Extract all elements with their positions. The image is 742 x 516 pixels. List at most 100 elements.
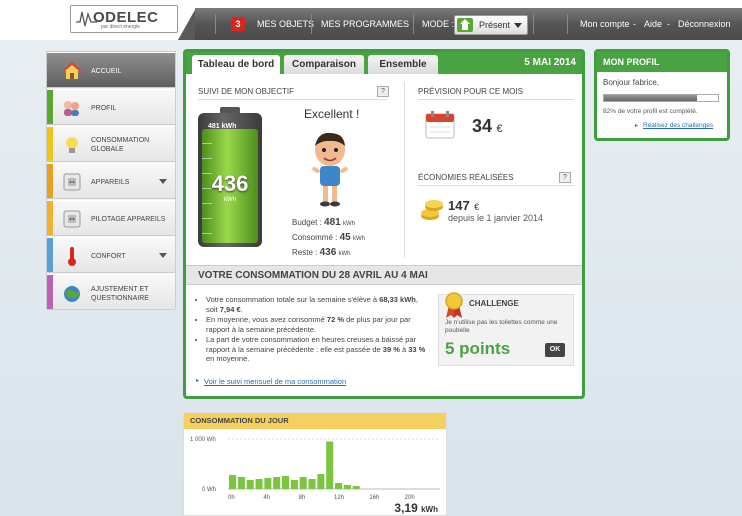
logo[interactable]: ODELEC par direct énergie: [70, 5, 178, 33]
ok-button[interactable]: OK: [545, 343, 565, 357]
forecast-amount: 34 €: [472, 116, 503, 137]
challenge-text: Je n'utilise pas les toilettes comme une…: [445, 319, 558, 334]
remaining-label: Reste :: [292, 248, 318, 257]
x-tick-label: 12h: [334, 495, 344, 501]
chart-bar: [255, 479, 263, 489]
sidebar-item-accueil[interactable]: ACCUEIL: [47, 52, 175, 88]
nav-separator: -: [633, 19, 636, 29]
list-item: En moyenne, vous avez consommé 72 % de p…: [206, 315, 430, 334]
bulb-icon: [66, 137, 78, 153]
savings-currency: €: [474, 202, 480, 212]
consumed-label: Consommé :: [292, 233, 338, 242]
remaining-value: 436: [319, 247, 337, 258]
logo-area: ODELEC par direct énergie: [0, 0, 195, 40]
daily-consumption-panel: CONSOMMATION DU JOUR 1 000 Wh 0 Wh 0h 4h 8…: [183, 412, 447, 516]
sidebar-item-label: PROFIL: [91, 105, 117, 112]
house-icon: [62, 62, 82, 79]
profile-panel: MON PROFIL Bonjour fabrice, 82% de votre…: [594, 49, 730, 141]
nav-mes-objets[interactable]: MES OBJETS: [257, 8, 314, 40]
nav-divider: [567, 14, 568, 34]
chart-bar: [317, 474, 325, 489]
socket-icon: [63, 173, 81, 191]
people-icon: [64, 101, 79, 116]
help-button[interactable]: ?: [377, 86, 389, 97]
battery-tick: [202, 143, 212, 144]
tab-comparaison[interactable]: Comparaison: [284, 55, 364, 74]
profile-title: MON PROFIL: [597, 52, 727, 72]
budget-unit: kWh: [342, 221, 355, 227]
sidebar-item-stripe: [47, 275, 53, 309]
battery-tick: [202, 203, 212, 204]
y-axis-bottom-label: 0 Wh: [202, 487, 216, 493]
sidebar-item-appareils[interactable]: APPAREILS: [47, 163, 175, 199]
chevron-down-icon: [514, 23, 522, 28]
x-axis-labels: 0h 4h 8h 12h 16h 20h: [228, 495, 415, 501]
forecast-title: PRÉVISION POUR CE MOIS: [418, 87, 523, 96]
profile-completion-text: 82% de votre profil est complété.: [603, 108, 698, 115]
daily-consumption-title: CONSOMMATION DU JOUR: [184, 413, 446, 429]
mascot-icon: [312, 132, 348, 207]
tab-tableau-de-bord[interactable]: Tableau de bord: [192, 55, 280, 74]
budget-label: Budget :: [292, 218, 322, 227]
nav-logout[interactable]: Déconnexion: [678, 8, 731, 40]
consumed-value: 45: [339, 232, 351, 243]
daily-total: 3,19 kWh: [394, 501, 438, 515]
monthly-tracking-link[interactable]: Voir le suivi mensuel de ma consommation: [204, 377, 346, 386]
forecast-heading: PRÉVISION POUR CE MOIS: [418, 84, 574, 100]
nav-help[interactable]: Aide: [644, 8, 662, 40]
chart-bar: [273, 477, 281, 489]
mode-label: MODE :: [422, 19, 455, 29]
challenges-link[interactable]: Réalisez des challenges: [643, 122, 713, 129]
savings-title: ÉCONOMIES RÉALISÉES: [418, 173, 514, 182]
calendar-icon: [425, 111, 455, 139]
sidebar-item-pilotage[interactable]: PILOTAGE APPAREILS: [47, 200, 175, 236]
sidebar-item-consommation[interactable]: CONSOMMATION GLOBALE: [47, 126, 175, 162]
dashboard-header: Tableau de bord Comparaison Ensemble 5 M…: [186, 52, 582, 74]
chart-bar: [264, 478, 272, 489]
remaining-unit: kWh: [338, 251, 351, 257]
x-tick-label: 16h: [369, 495, 379, 501]
weekly-summary-list: Votre consommation totale sur la semaine…: [198, 295, 430, 365]
battery-body: 481 kWh 436 kWh: [198, 113, 262, 247]
help-button[interactable]: ?: [559, 172, 571, 183]
offpeak-to: 33 %: [408, 344, 426, 354]
sidebar: ACCUEIL PROFIL CONSOMMATION GLOBALE APPA…: [46, 51, 176, 310]
profile-progress-fill: [604, 95, 698, 101]
house-icon: [457, 18, 473, 32]
x-tick-label: 0h: [228, 495, 235, 501]
chart-bar: [299, 477, 307, 489]
budget-line: Budget : 481 kWh: [292, 216, 365, 231]
weekly-total-text: .: [240, 304, 243, 314]
globe-icon: [64, 286, 80, 302]
remaining-line: Reste : 436 kWh: [292, 246, 365, 261]
chevron-down-icon[interactable]: [159, 179, 167, 184]
chevron-down-icon[interactable]: [159, 253, 167, 258]
battery-tick: [202, 218, 212, 219]
chart-bar: [352, 486, 360, 489]
nav-account[interactable]: Mon compte: [580, 8, 630, 40]
bar-group: [229, 441, 360, 489]
nav-separator: -: [667, 19, 670, 29]
battery-value: 436: [211, 171, 249, 196]
objective-status: Excellent !: [304, 107, 360, 121]
sidebar-item-label: APPAREILS: [91, 179, 130, 186]
challenge-title: CHALLENGE: [469, 299, 519, 308]
weekly-average-percent: 72 %: [326, 315, 345, 324]
profile-greeting: Bonjour fabrice,: [603, 78, 660, 87]
tab-ensemble[interactable]: Ensemble: [368, 55, 438, 74]
mode-select[interactable]: Présent: [454, 15, 528, 35]
sidebar-item-label: CONSOMMATION GLOBALE: [91, 137, 150, 153]
sidebar-item-label: ACCUEIL: [91, 68, 122, 75]
link-arrow-icon: ▸: [635, 123, 639, 129]
chart-bar: [290, 480, 298, 489]
nav-mes-programmes[interactable]: MES PROGRAMMES: [321, 8, 409, 40]
column-divider: [404, 82, 405, 258]
top-bar: ODELEC par direct énergie 3 MES OBJETS M…: [0, 0, 742, 40]
sidebar-item-profil[interactable]: PROFIL: [47, 89, 175, 125]
sidebar-item-ajustement[interactable]: AJUSTEMENT ET QUESTIONNAIRE: [47, 274, 175, 310]
objective-title: SUIVI DE MON OBJECTIF: [198, 87, 295, 96]
objective-heading: SUIVI DE MON OBJECTIF: [198, 84, 388, 100]
notification-badge[interactable]: 3: [231, 17, 245, 31]
sidebar-item-confort[interactable]: CONFORT: [47, 237, 175, 273]
nav-divider: [215, 14, 216, 34]
